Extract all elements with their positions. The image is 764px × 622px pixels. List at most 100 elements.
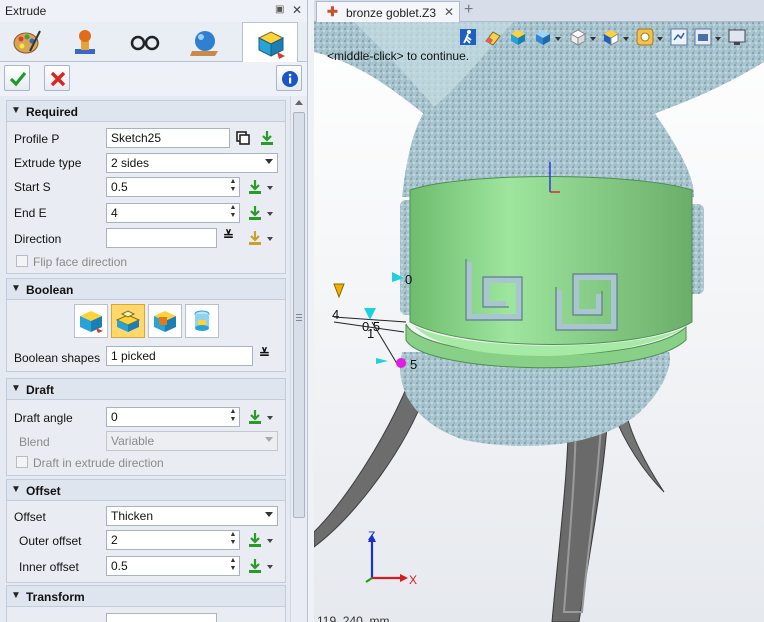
pick-arrow-icon[interactable] [247,179,263,195]
outer-offset-field[interactable]: 2 ▲ ▼ [106,530,240,550]
boolean-base-button[interactable] [74,304,108,338]
paint-palette-icon [13,30,41,54]
extrude-handle-arrow [376,358,388,364]
blend-select: Variable [106,431,278,451]
outer-offset-options-dropdown[interactable] [267,539,273,543]
cube-wire-icon[interactable] [569,28,587,46]
extruded-band [409,176,693,345]
direction-options-dropdown[interactable] [267,237,273,241]
extrude-type-select[interactable]: 2 sides [106,153,278,173]
pick-arrow-icon[interactable] [247,230,263,246]
boolean-add-button[interactable] [111,304,145,338]
camera-dropdown[interactable] [715,37,721,41]
camera-icon[interactable] [694,28,712,46]
start-field[interactable]: 0.5 ▲ ▼ [106,177,240,197]
outer-offset-spinner[interactable]: ▲ ▼ [227,531,239,549]
boolean-header[interactable]: ▼ Boolean [6,278,286,300]
inner-offset-options-dropdown[interactable] [267,565,273,569]
document-tab[interactable]: ✚ bronze goblet.Z3 ✕ [316,1,460,22]
cancel-button[interactable] [44,65,70,91]
options-scroll-area: ▼ Required Profile P Sketch25 Extrude ty… [0,96,290,622]
orient-dropdown[interactable] [623,37,629,41]
blend-label: Blend [19,435,50,449]
scrollbar-thumb[interactable] [293,112,305,518]
gear-render-icon[interactable] [636,28,654,46]
extrude-type-value: 2 sides [111,156,150,170]
box-display-icon[interactable] [509,28,527,46]
axis-label-z: Z [368,529,375,543]
boolean-remove-button[interactable] [148,304,182,338]
style-dropdown[interactable] [657,37,663,41]
new-tab-button[interactable]: + [464,1,473,19]
draft-options-dropdown[interactable] [267,416,273,420]
boolean-intersect-button[interactable] [185,304,219,338]
glasses-icon [130,35,160,51]
double-chevron-icon[interactable]: ≚ [259,346,270,362]
draft-header[interactable]: ▼ Draft [6,378,286,400]
offset-header[interactable]: ▼ Offset [6,479,286,501]
sphere-on-plane-icon [190,31,218,56]
close-icon[interactable]: ✕ [292,3,302,17]
tab-stamp[interactable] [58,22,114,62]
required-header[interactable]: ▼ Required [6,100,286,122]
pick-arrow-icon[interactable] [247,409,263,425]
inner-offset-field[interactable]: 0.5 ▲ ▼ [106,556,240,576]
scroll-up-arrow-icon[interactable] [295,100,303,105]
tab-extrude[interactable] [242,22,298,63]
3d-viewport[interactable]: 0 4 0.5 1 5 Z X <middle-click> to contin… [314,22,764,622]
start-spinner[interactable]: ▲ ▼ [227,178,239,196]
profile-field[interactable]: Sketch25 [106,128,230,148]
render-dropdown[interactable] [590,37,596,41]
collapse-arrow-icon: ▼ [11,383,21,394]
stamp-icon [75,30,95,54]
ok-button[interactable] [4,65,30,91]
close-tab-icon[interactable]: ✕ [444,5,454,19]
end-spinner[interactable]: ▲ ▼ [227,204,239,222]
view-dropdown[interactable] [555,37,561,41]
flip-checkbox[interactable] [16,255,28,267]
eraser-icon[interactable] [484,28,502,46]
extrude-box-icon [257,31,285,59]
collapse-arrow-icon: ▼ [11,590,21,601]
inner-offset-spinner[interactable]: ▲ ▼ [227,557,239,575]
tab-glasses[interactable] [118,22,174,62]
fit-view-icon[interactable] [670,28,688,46]
run-icon[interactable] [459,28,477,46]
extrude-panel: Extrude ▣ ✕ ▼ Required Profile P Sketch2… [0,0,308,622]
boolean-shapes-field[interactable]: 1 picked [106,346,253,366]
offset-select[interactable]: Thicken [106,506,278,526]
direction-field[interactable] [106,228,217,248]
inner-offset-value: 0.5 [111,559,128,573]
extrude-handle-arrow [333,283,345,299]
tab-palette[interactable] [0,22,56,62]
cube-view-icon[interactable] [534,28,552,46]
draft-angle-field[interactable]: 0 ▲ ▼ [106,407,240,427]
boolean-add-icon [115,310,141,332]
transform-header[interactable]: ▼ Transform [6,585,286,607]
pin-icon[interactable]: ▣ [275,5,285,15]
end-value: 4 [111,206,118,220]
transform-field[interactable] [106,613,217,622]
draft-in-direction-checkbox[interactable] [16,456,28,468]
end-field[interactable]: 4 ▲ ▼ [106,203,240,223]
cube-iso-icon[interactable] [602,28,620,46]
direction-label: Direction [14,232,62,246]
dropdown-arrow-icon [265,437,273,442]
sketch-select-icon[interactable] [235,130,251,146]
tab-sphere-plane[interactable] [178,22,234,62]
pick-arrow-icon[interactable] [247,532,263,548]
info-button[interactable] [276,65,302,91]
end-options-dropdown[interactable] [267,212,273,216]
draft-angle-spinner[interactable]: ▲ ▼ [227,408,239,426]
screen-icon[interactable] [728,28,746,46]
axis-triad: Z X [365,529,417,587]
double-chevron-icon[interactable]: ≚ [223,228,234,244]
required-section: Profile P Sketch25 Extrude type 2 sides … [6,122,286,274]
pick-arrow-icon[interactable] [259,130,275,146]
panel-scrollbar[interactable] [290,96,307,622]
start-options-dropdown[interactable] [267,186,273,190]
boolean-intersect-icon [194,310,210,331]
pick-arrow-icon[interactable] [247,558,263,574]
start-value: 0.5 [111,180,128,194]
pick-arrow-icon[interactable] [247,205,263,221]
